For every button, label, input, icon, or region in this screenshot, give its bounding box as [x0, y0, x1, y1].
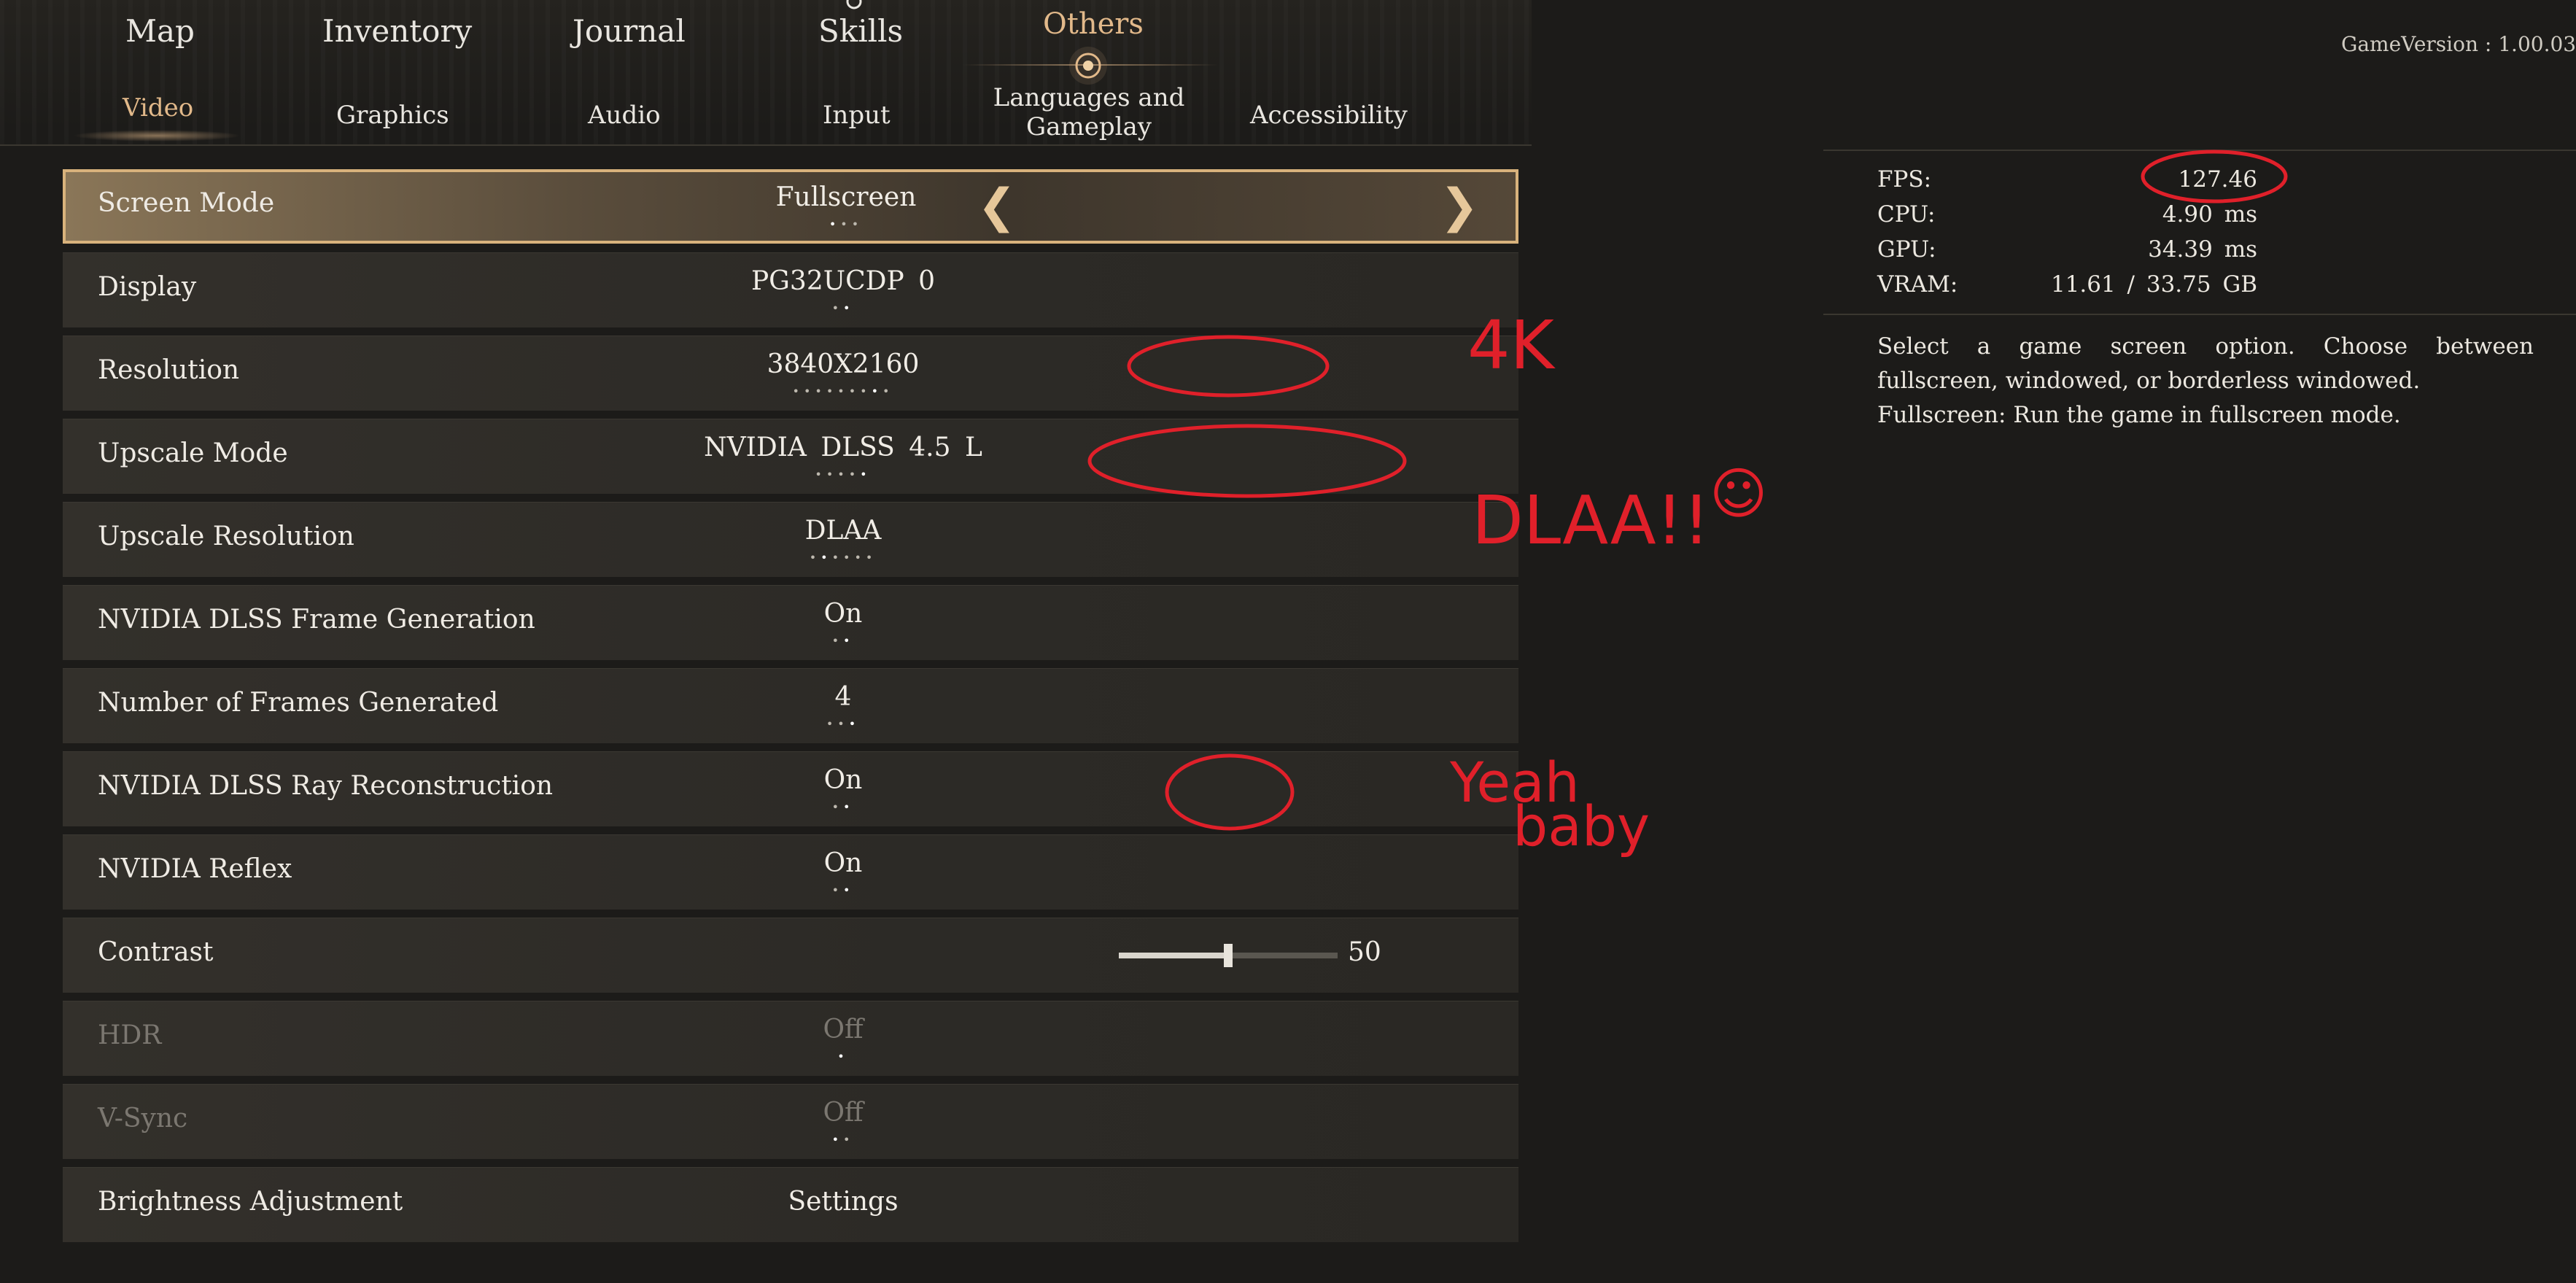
annotation-4k: 4K: [1467, 306, 1554, 384]
annotation-circle-resolution: [1127, 335, 1330, 398]
annotation-overlay: [1087, 150, 2288, 831]
annotation-circle-upscale-mode: [1087, 424, 1407, 498]
annotation-circle-fps: [2141, 150, 2288, 204]
annotation-dlaa: DLAA!!: [1472, 481, 1710, 559]
annotation-smiley: ☺: [1710, 461, 1768, 526]
annotation-circle-ray-reconstruction: [1165, 753, 1295, 831]
annotation-baby: baby: [1513, 794, 1650, 858]
